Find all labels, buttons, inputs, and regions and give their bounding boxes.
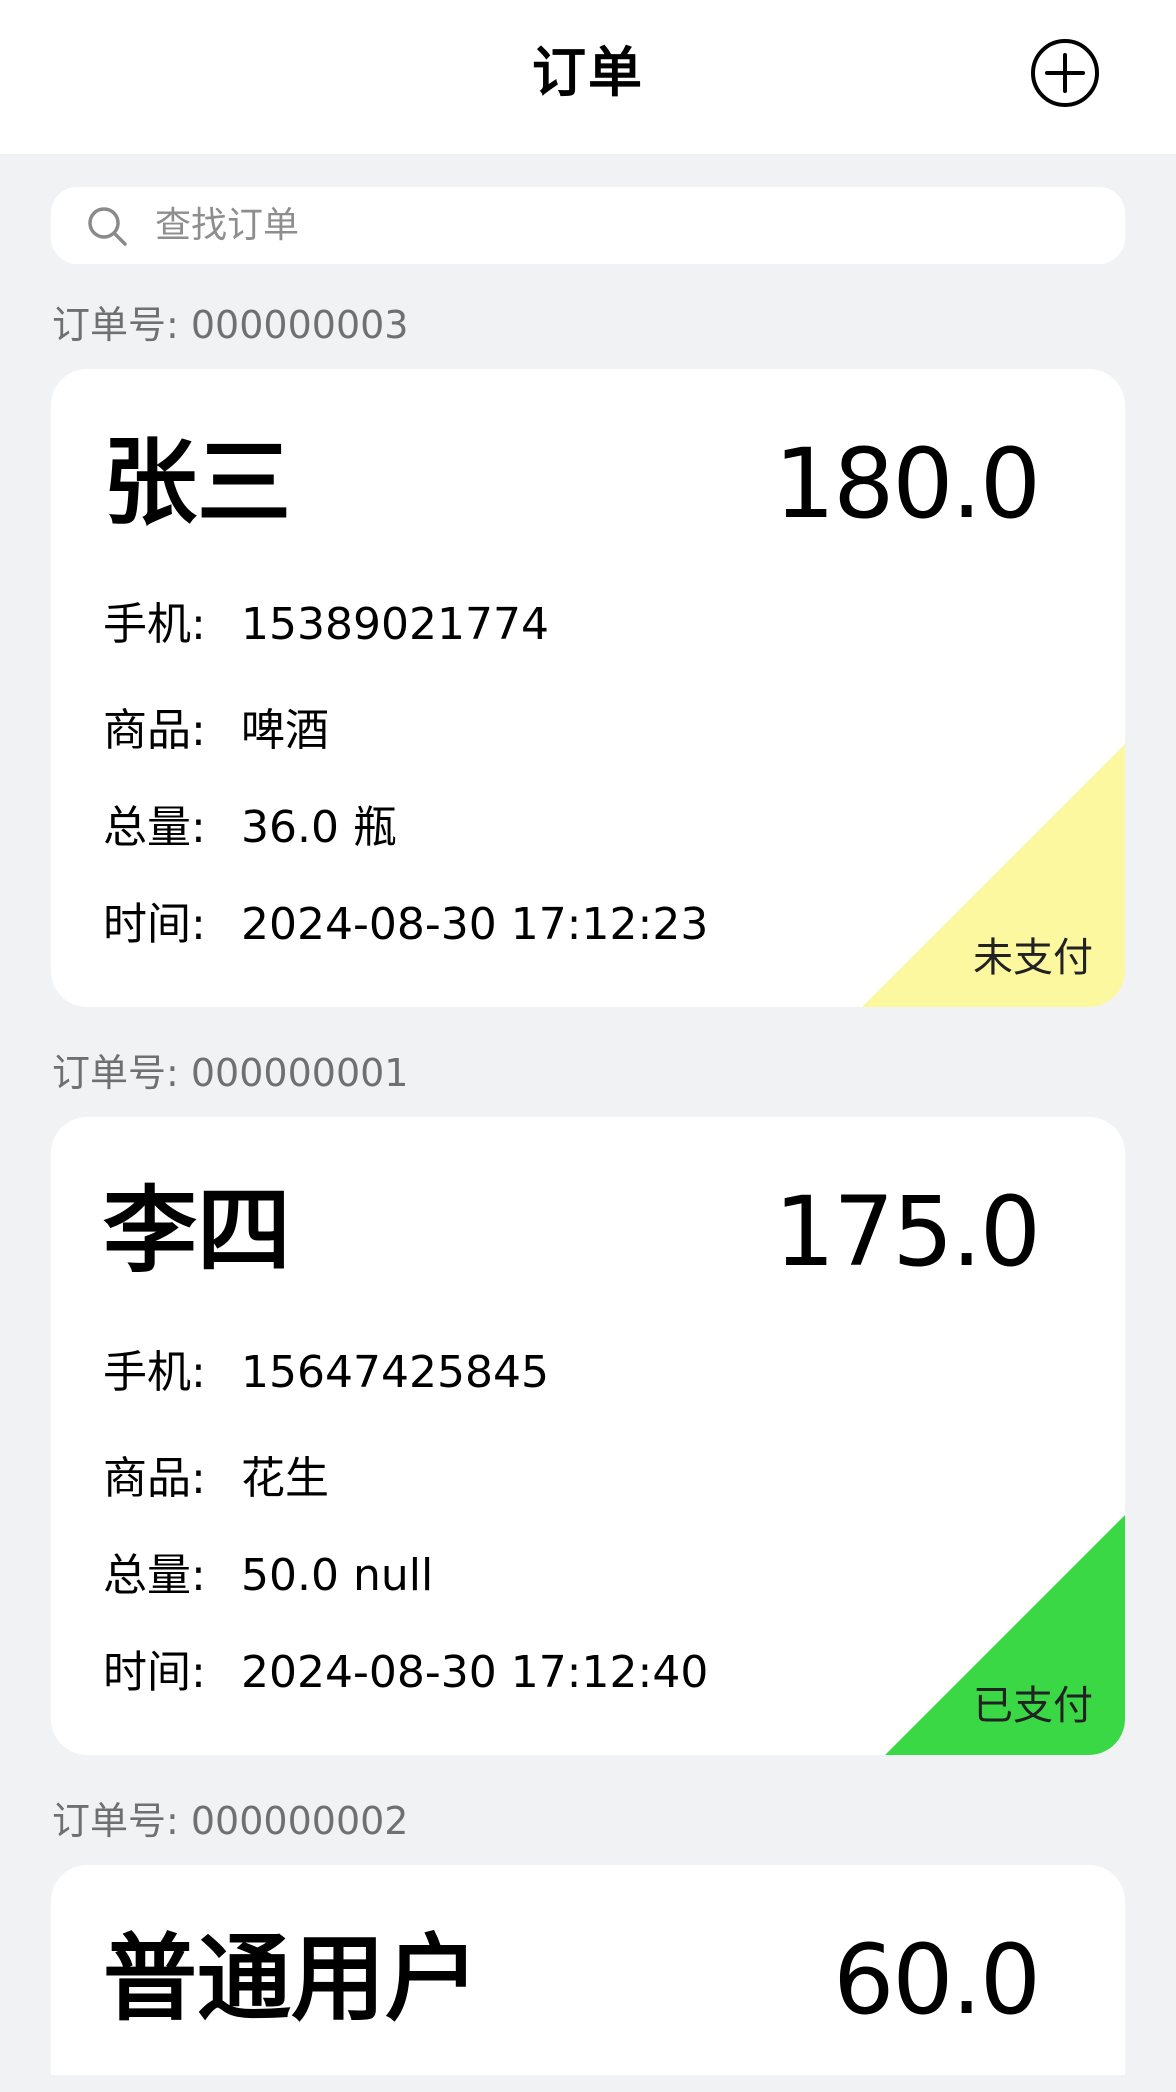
order-amount: 180.0 [774,428,1041,540]
goods-label: 商品: [103,705,206,756]
goods-value: 啤酒 [241,705,329,756]
customer-name: 张三 [103,429,292,538]
phone-value: 15647425845 [241,1347,549,1398]
time-label: 时间: [103,899,206,950]
order-card[interactable]: 李四 175.0 手机: 15647425845 商品: 花生 总量: 50.0 nu… [51,1117,1125,1755]
quantity-value: 36.0 瓶 [241,802,397,853]
customer-name: 普通用户 [103,1925,480,2034]
phone-label: 手机: [103,1347,206,1398]
time-value: 2024-08-30 17:12:40 [241,1647,709,1698]
phone-label: 手机: [103,599,206,650]
phone-value: 15389021774 [241,599,549,650]
order-amount: 60.0 [833,1924,1041,2036]
order-card[interactable]: 普通用户 60.0 [51,1865,1125,2075]
goods-value: 花生 [241,1453,329,1504]
customer-name: 李四 [103,1177,292,1286]
goods-label: 商品: [103,1453,206,1504]
goods-row: 商品: 啤酒 [103,701,329,761]
top-bar: 订单 [0,0,1176,154]
phone-row: 手机: 15389021774 [103,595,549,655]
page-title: 订单 [532,41,644,104]
order-number-label: 订单号: 000000001 [52,1051,409,1095]
quantity-value: 50.0 null [241,1550,434,1601]
plus-circle-icon [1031,39,1099,107]
time-value: 2024-08-30 17:12:23 [241,899,709,950]
quantity-row: 总量: 36.0 瓶 [103,798,397,858]
order-number-label: 订单号: 000000003 [52,303,409,347]
order-number-label: 订单号: 000000002 [52,1799,409,1843]
quantity-row: 总量: 50.0 null [103,1546,433,1606]
time-row: 时间: 2024-08-30 17:12:23 [103,895,708,955]
payment-status: 未支付 [973,935,1093,981]
goods-row: 商品: 花生 [103,1449,329,1509]
quantity-label: 总量: [103,802,206,853]
search-icon [88,207,127,246]
order-card[interactable]: 张三 180.0 手机: 15389021774 商品: 啤酒 总量: 36.0 瓶 … [51,369,1125,1007]
payment-status: 已支付 [973,1683,1093,1729]
search-bar[interactable] [51,187,1125,264]
search-input[interactable] [153,187,1095,264]
phone-row: 手机: 15647425845 [103,1343,549,1403]
time-label: 时间: [103,1647,206,1698]
quantity-label: 总量: [103,1550,206,1601]
add-order-button[interactable] [1030,38,1100,108]
order-amount: 175.0 [774,1176,1041,1288]
time-row: 时间: 2024-08-30 17:12:40 [103,1643,708,1703]
